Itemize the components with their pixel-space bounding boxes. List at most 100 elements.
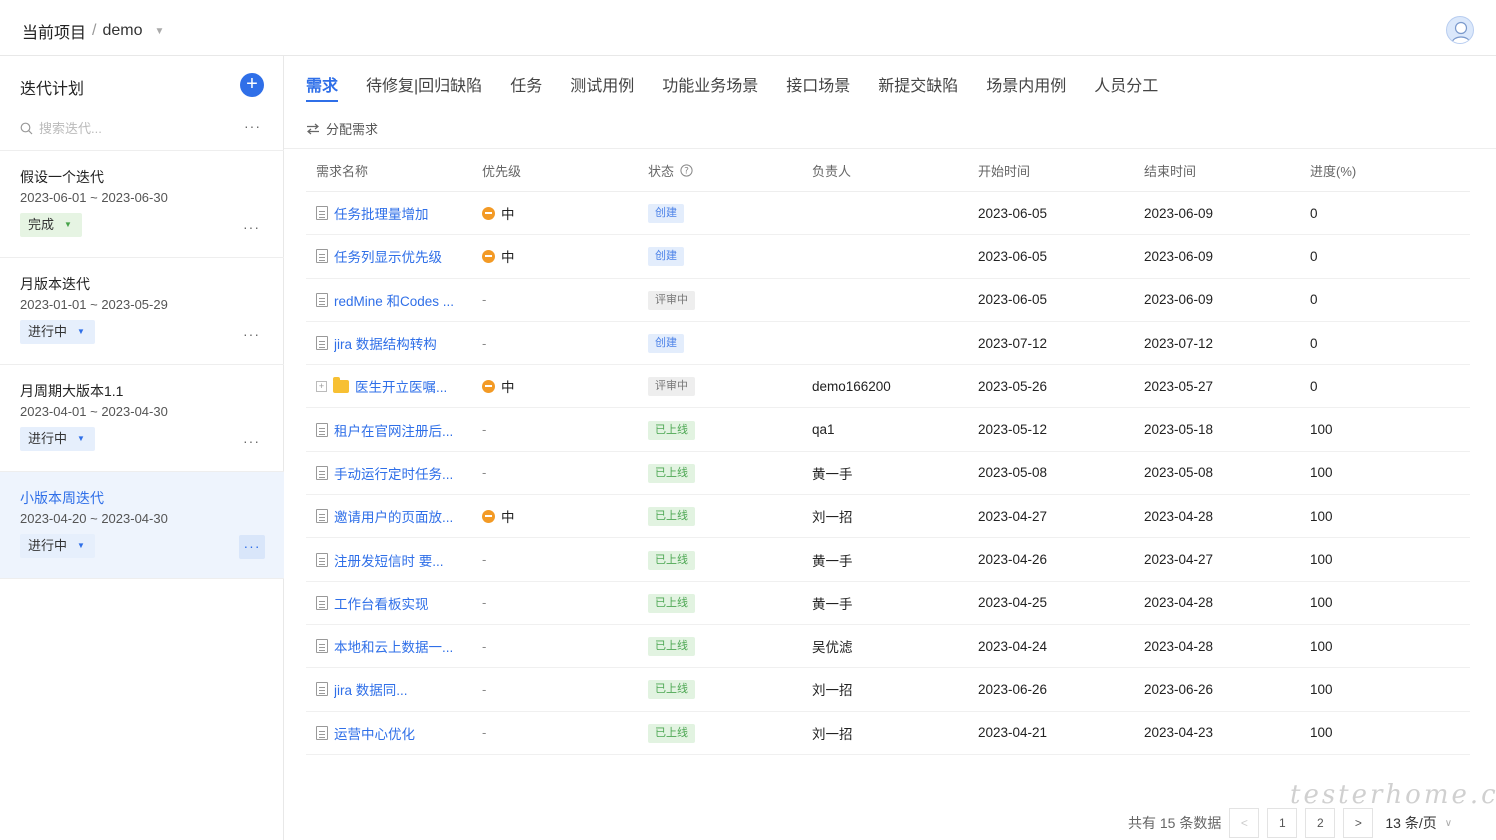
iteration-status-dropdown[interactable]: 进行中 ▼ bbox=[20, 534, 95, 558]
caret-down-icon: ▼ bbox=[64, 220, 72, 229]
avatar[interactable] bbox=[1446, 16, 1474, 44]
status-badge: 创建 bbox=[648, 334, 684, 354]
cell-start: 2023-04-26 bbox=[978, 552, 1048, 568]
more-options-icon[interactable]: ··· bbox=[243, 326, 260, 342]
cell-start: 2023-05-08 bbox=[978, 465, 1048, 481]
caret-down-icon: ▼ bbox=[77, 434, 85, 443]
table-row[interactable]: jira 数据结构转构 - 创建 2023-07-12 2023-07-12 0 bbox=[306, 322, 1470, 366]
cell-name: 手动运行定时任务... bbox=[306, 463, 472, 483]
page-1-button[interactable]: 1 bbox=[1267, 808, 1298, 838]
document-icon bbox=[316, 249, 328, 264]
document-icon bbox=[316, 682, 328, 697]
expand-icon[interactable]: + bbox=[316, 380, 327, 392]
status-badge: 已上线 bbox=[648, 723, 695, 743]
document-icon bbox=[316, 422, 328, 437]
cell-name: jira 数据结构转构 bbox=[306, 333, 472, 353]
tab-tasks[interactable]: 任务 bbox=[510, 72, 542, 102]
cell-end: 2023-05-27 bbox=[1144, 378, 1214, 394]
tab-scenario-cases[interactable]: 场景内用例 bbox=[986, 72, 1066, 102]
requirement-link[interactable]: 租户在官网注册后... bbox=[334, 420, 453, 440]
table-row[interactable]: redMine 和Codes ... - 评审中 2023-06-05 2023-06-… bbox=[306, 279, 1470, 322]
project-selector[interactable]: demo bbox=[102, 22, 142, 40]
col-priority: 优先级 bbox=[482, 164, 522, 179]
cell-progress: 100 bbox=[1310, 638, 1333, 654]
requirement-link[interactable]: 任务批理量增加 bbox=[334, 203, 429, 223]
iteration-status-dropdown[interactable]: 进行中 ▼ bbox=[20, 427, 95, 451]
next-page-button[interactable]: > bbox=[1343, 808, 1374, 838]
document-icon bbox=[316, 639, 328, 654]
tab-requirements[interactable]: 需求 bbox=[306, 72, 339, 102]
cell-priority: - bbox=[472, 465, 638, 480]
table-row[interactable]: jira 数据同... - 已上线 刘一招 2023-06-26 2023-06-26 10… bbox=[306, 668, 1470, 712]
more-options-icon[interactable]: ··· bbox=[239, 535, 265, 559]
status-badge: 评审中 bbox=[648, 290, 695, 310]
tab-api-scenarios[interactable]: 接口场景 bbox=[786, 72, 850, 102]
table-row[interactable]: + 医生开立医嘱... 中 评审中 demo166200 2023-05-26 2023-0… bbox=[306, 365, 1470, 409]
cell-owner: 吴优滤 bbox=[812, 640, 853, 656]
tab-pending-defects[interactable]: 待修复|回归缺陷 bbox=[366, 72, 482, 102]
requirement-link[interactable]: 工作台看板实现 bbox=[334, 593, 429, 613]
requirement-link[interactable]: redMine 和Codes ... bbox=[334, 290, 454, 310]
cell-progress: 100 bbox=[1310, 508, 1333, 524]
requirement-link[interactable]: 任务列显示优先级 bbox=[334, 246, 442, 266]
cell-name: 任务批理量增加 bbox=[306, 203, 472, 223]
priority-label: - bbox=[482, 422, 487, 438]
svg-text:?: ? bbox=[684, 167, 689, 177]
cell-progress: 0 bbox=[1310, 205, 1318, 221]
iteration-status-dropdown[interactable]: 完成 ▼ bbox=[20, 213, 82, 237]
cell-name: 运营中心优化 bbox=[306, 723, 472, 743]
more-options-icon[interactable]: ··· bbox=[243, 433, 260, 449]
assign-label: 分配需求 bbox=[326, 122, 379, 137]
cell-status: 创建 bbox=[638, 333, 804, 354]
page-2-button[interactable]: 2 bbox=[1305, 808, 1336, 838]
add-iteration-button[interactable]: + bbox=[240, 73, 264, 97]
assign-requirements-button[interactable]: 分配需求 bbox=[306, 119, 378, 138]
tab-business-scenarios[interactable]: 功能业务场景 bbox=[662, 72, 758, 102]
cell-start: 2023-06-26 bbox=[978, 681, 1048, 697]
table-row[interactable]: 运营中心优化 - 已上线 刘一招 2023-04-21 2023-04-23 100 bbox=[306, 712, 1470, 755]
priority-label: - bbox=[482, 595, 487, 611]
iteration-item-selected[interactable]: 小版本周迭代 2023-04-20 ~ 2023-04-30 进行中 ▼ ··· bbox=[0, 472, 284, 579]
iteration-status-dropdown[interactable]: 进行中 ▼ bbox=[20, 320, 95, 344]
requirement-link[interactable]: 运营中心优化 bbox=[334, 723, 415, 743]
iteration-name: 小版本周迭代 bbox=[20, 490, 104, 506]
requirement-link[interactable]: 手动运行定时任务... bbox=[334, 463, 453, 483]
requirement-link[interactable]: 本地和云上数据一... bbox=[334, 636, 453, 656]
tab-test-cases[interactable]: 测试用例 bbox=[570, 72, 634, 102]
table-row[interactable]: 邀请用户的页面放... 中 已上线 刘一招 2023-04-27 2023-04-28 10… bbox=[306, 495, 1470, 539]
table-row[interactable]: 任务批理量增加 中 创建 2023-06-05 2023-06-09 0 bbox=[306, 192, 1470, 236]
requirement-link[interactable]: jira 数据同... bbox=[334, 679, 408, 699]
help-icon[interactable]: ? bbox=[680, 164, 693, 177]
table-row[interactable]: 工作台看板实现 - 已上线 黄一手 2023-04-25 2023-04-28 100 bbox=[306, 582, 1470, 625]
priority-label: - bbox=[482, 335, 487, 351]
cell-name: 邀请用户的页面放... bbox=[306, 506, 472, 526]
breadcrumb: 当前项目 / demo ▼ bbox=[22, 19, 164, 43]
table-row[interactable]: 本地和云上数据一... - 已上线 吴优滤 2023-04-24 2023-04-28 10… bbox=[306, 625, 1470, 669]
cell-status: 评审中 bbox=[638, 290, 804, 310]
cell-end: 2023-07-12 bbox=[1144, 335, 1214, 351]
iteration-item[interactable]: 月版本迭代 2023-01-01 ~ 2023-05-29 进行中 ▼ ··· bbox=[0, 258, 284, 365]
table-row[interactable]: 手动运行定时任务... - 已上线 黄一手 2023-05-08 2023-05-08 10… bbox=[306, 452, 1470, 496]
iteration-dates: 2023-04-20 ~ 2023-04-30 bbox=[20, 511, 168, 526]
tab-staff-assignment[interactable]: 人员分工 bbox=[1094, 72, 1158, 102]
more-options-icon[interactable]: ··· bbox=[243, 219, 260, 235]
requirements-table: 需求名称 优先级 状态 ? 负责人 开始时间 结束时间 进度(%) 任务批理量增… bbox=[306, 150, 1470, 755]
requirement-link[interactable]: 邀请用户的页面放... bbox=[334, 506, 453, 526]
table-row[interactable]: 注册发短信时 要... - 已上线 黄一手 2023-04-26 2023-04-27 10… bbox=[306, 538, 1470, 582]
cell-name: 任务列显示优先级 bbox=[306, 246, 472, 266]
cell-progress: 0 bbox=[1310, 335, 1318, 351]
cell-start: 2023-07-12 bbox=[978, 335, 1048, 351]
requirement-link[interactable]: jira 数据结构转构 bbox=[334, 333, 437, 353]
search-input[interactable] bbox=[39, 120, 209, 136]
prev-page-button[interactable]: < bbox=[1229, 808, 1260, 838]
iteration-item[interactable]: 假设一个迭代 2023-06-01 ~ 2023-06-30 完成 ▼ ··· bbox=[0, 151, 284, 258]
chevron-down-icon[interactable]: ▼ bbox=[155, 26, 165, 37]
page-size-select[interactable]: 13 条/页 ∨ bbox=[1385, 813, 1452, 833]
iteration-item[interactable]: 月周期大版本1.1 2023-04-01 ~ 2023-04-30 进行中 ▼ … bbox=[0, 365, 284, 472]
requirement-link[interactable]: 注册发短信时 要... bbox=[334, 550, 444, 570]
table-row[interactable]: 任务列显示优先级 中 创建 2023-06-05 2023-06-09 0 bbox=[306, 235, 1470, 279]
table-row[interactable]: 租户在官网注册后... - 已上线 qa1 2023-05-12 2023-05-18 10… bbox=[306, 408, 1470, 452]
more-options-icon[interactable]: ··· bbox=[244, 118, 261, 134]
tab-new-defects[interactable]: 新提交缺陷 bbox=[878, 72, 958, 102]
requirement-link[interactable]: 医生开立医嘱... bbox=[355, 376, 447, 396]
